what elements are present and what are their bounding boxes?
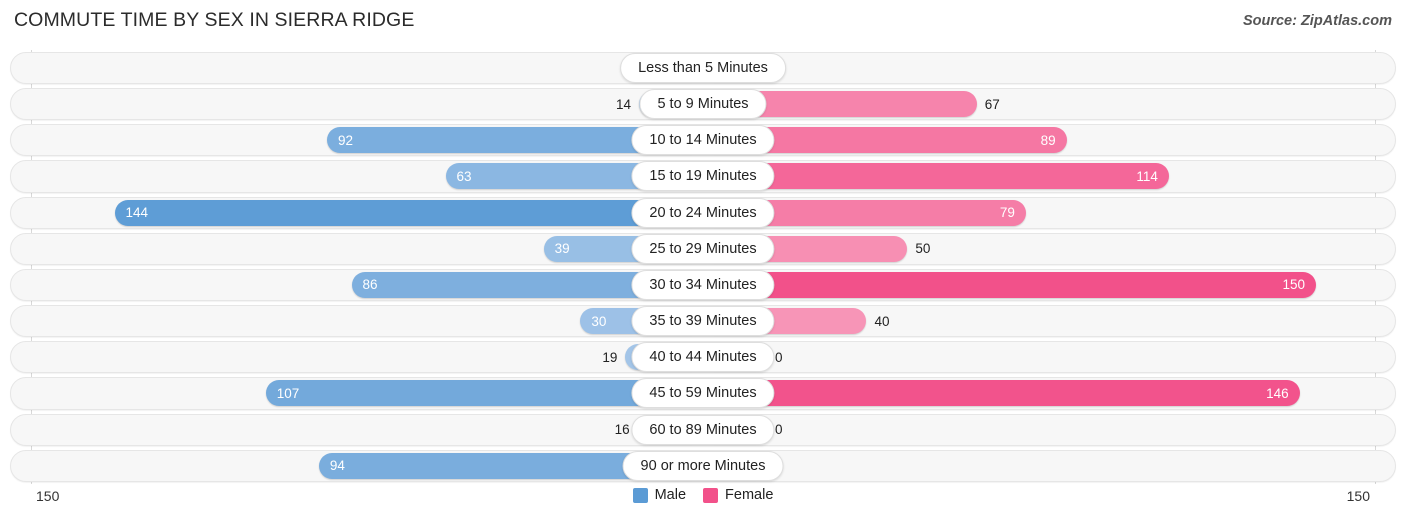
- legend-item[interactable]: Male: [632, 487, 687, 503]
- chart-legend: Male Female: [0, 487, 1406, 503]
- female-half: 0: [703, 416, 1396, 443]
- category-label: 20 to 24 Minutes: [631, 197, 775, 228]
- male-half: 39: [10, 235, 703, 262]
- chart-row: 86 150 30 to 34 Minutes: [10, 267, 1396, 303]
- male-half: 107: [10, 380, 703, 407]
- male-value-label: 107: [276, 385, 300, 401]
- chart-row: 92 89 10 to 14 Minutes: [10, 122, 1396, 158]
- male-half: 92: [10, 127, 703, 154]
- male-half: 16: [10, 416, 703, 443]
- female-half: 150: [703, 271, 1396, 298]
- chart-row: 00Less than 5 Minutes: [10, 50, 1396, 86]
- male-value-label: 92: [338, 132, 354, 148]
- category-label: 10 to 14 Minutes: [631, 125, 775, 156]
- chart-row: 94 090 or more Minutes: [10, 448, 1396, 484]
- male-half: 86: [10, 271, 703, 298]
- female-bar[interactable]: 146: [703, 380, 1300, 407]
- chart-row: 30 40 35 to 39 Minutes: [10, 303, 1396, 339]
- chart-row: 144 79 20 to 24 Minutes: [10, 195, 1396, 231]
- category-label: 25 to 29 Minutes: [631, 233, 775, 264]
- female-bar[interactable]: 150: [703, 271, 1316, 298]
- female-half: 89: [703, 127, 1396, 154]
- female-half: 67: [703, 91, 1396, 118]
- chart-row: 107 146 45 to 59 Minutes: [10, 375, 1396, 411]
- female-half: 79: [703, 199, 1396, 226]
- male-half: 0: [10, 55, 703, 81]
- category-label: 35 to 39 Minutes: [631, 306, 775, 337]
- male-half: 19: [10, 344, 703, 371]
- male-half: 63: [10, 163, 703, 190]
- chart-row: 19 0 40 to 44 Minutes: [10, 339, 1396, 375]
- female-value-label: 50: [915, 241, 931, 257]
- male-value-label: 63: [456, 168, 472, 184]
- female-value-label: 150: [1282, 277, 1305, 293]
- category-label: 40 to 44 Minutes: [631, 342, 775, 373]
- female-value-label: 40: [874, 313, 890, 329]
- male-half: 30: [10, 308, 703, 335]
- female-half: 146: [703, 380, 1396, 407]
- male-value-label: 39: [554, 241, 570, 257]
- category-label: 45 to 59 Minutes: [631, 378, 775, 409]
- female-value-label: 146: [1266, 385, 1289, 401]
- male-value-label: 19: [602, 349, 618, 365]
- category-label: 5 to 9 Minutes: [639, 89, 767, 120]
- male-value-label: 86: [362, 277, 378, 293]
- category-label: 60 to 89 Minutes: [631, 414, 775, 445]
- chart-row: 14 67 5 to 9 Minutes: [10, 86, 1396, 122]
- page-title: COMMUTE TIME BY SEX IN SIERRA RIDGE: [14, 9, 415, 31]
- chart-container: COMMUTE TIME BY SEX IN SIERRA RIDGE Sour…: [0, 0, 1406, 522]
- male-half: 94: [10, 452, 703, 479]
- plot-area: 00Less than 5 Minutes14675 to 9 Minutes9…: [10, 50, 1396, 484]
- female-value-label: 89: [1040, 132, 1056, 148]
- legend-swatch-icon: [703, 487, 719, 503]
- male-value-label: 94: [329, 458, 345, 474]
- male-bar[interactable]: 144: [114, 199, 703, 226]
- legend-swatch-icon: [632, 487, 648, 503]
- chart-row: 39 50 25 to 29 Minutes: [10, 231, 1396, 267]
- legend-label: Male: [654, 487, 687, 503]
- male-half: 144: [10, 199, 703, 226]
- legend-label: Female: [725, 487, 774, 503]
- category-label: 30 to 34 Minutes: [631, 269, 775, 300]
- female-half: 0: [703, 344, 1396, 371]
- female-half: 114: [703, 163, 1396, 190]
- source-attribution: Source: ZipAtlas.com: [1242, 13, 1392, 29]
- female-half: 50: [703, 235, 1396, 262]
- female-half: 40: [703, 308, 1396, 335]
- female-half: 0: [703, 55, 1396, 81]
- female-value-label: 67: [984, 96, 1000, 112]
- female-value-label: 79: [999, 205, 1015, 221]
- male-value-label: 144: [125, 205, 149, 221]
- male-half: 14: [10, 91, 703, 118]
- male-value-label: 30: [591, 313, 607, 329]
- male-value-label: 14: [615, 96, 631, 112]
- chart-row: 16 0 60 to 89 Minutes: [10, 412, 1396, 448]
- category-label: Less than 5 Minutes: [620, 53, 786, 83]
- category-label: 15 to 19 Minutes: [631, 161, 775, 192]
- female-value-label: 114: [1136, 168, 1158, 184]
- female-half: 0: [703, 452, 1396, 479]
- chart-row: 63 114 15 to 19 Minutes: [10, 158, 1396, 194]
- category-label: 90 or more Minutes: [622, 450, 784, 481]
- legend-item[interactable]: Female: [703, 487, 773, 503]
